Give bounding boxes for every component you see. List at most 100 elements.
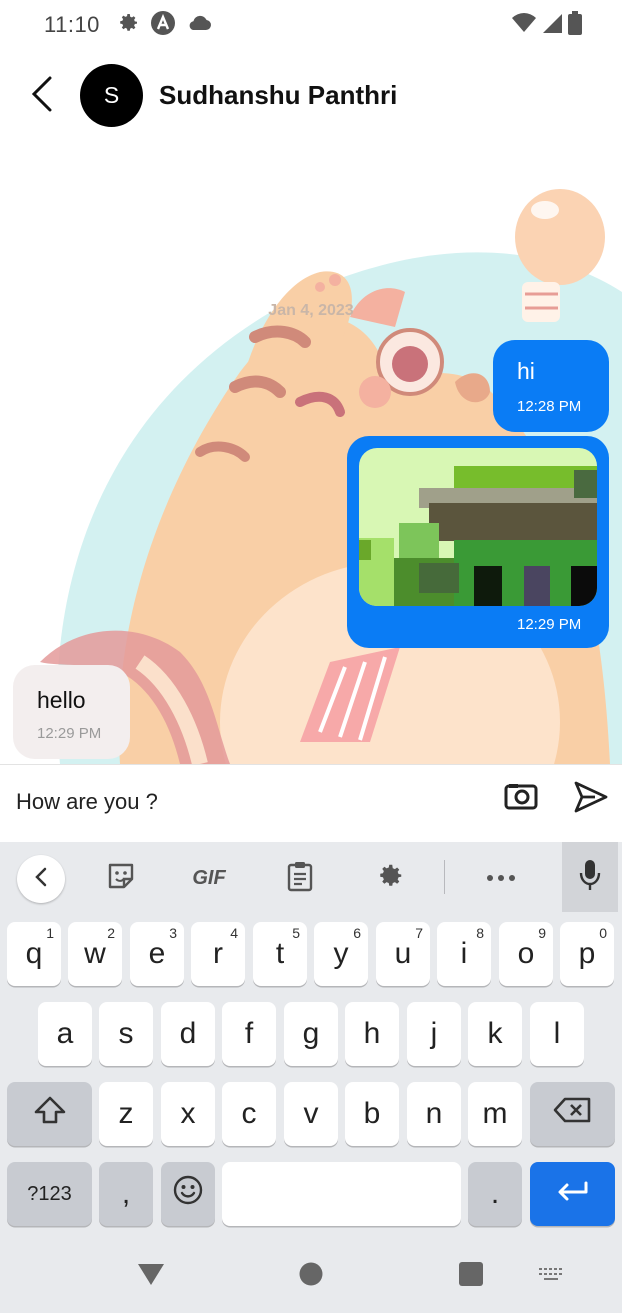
- key-label: o: [517, 937, 535, 970]
- outgoing-image-message[interactable]: 12:29 PM: [347, 436, 609, 648]
- avatar-initial: S: [103, 82, 120, 108]
- emoji-icon: [172, 1174, 204, 1214]
- backspace-icon: [553, 1096, 593, 1132]
- key-r[interactable]: r4: [191, 922, 245, 986]
- nav-recents-button[interactable]: [456, 1261, 486, 1291]
- wifi-icon: [512, 12, 536, 38]
- key-label: g: [302, 1017, 320, 1050]
- chat-screen: 11:10 S Sudhanshu Panthri Jan 4, 2023 hi…: [0, 0, 622, 1313]
- key-q[interactable]: q1: [7, 922, 61, 986]
- gif-button[interactable]: GIF: [186, 855, 232, 901]
- key-w[interactable]: w2: [68, 922, 122, 986]
- attached-image[interactable]: [359, 448, 597, 606]
- message-input[interactable]: [16, 789, 476, 815]
- key-b[interactable]: b: [345, 1082, 399, 1146]
- key-d[interactable]: d: [161, 1002, 215, 1066]
- back-triangle-icon: [137, 1262, 165, 1291]
- gif-label: GIF: [192, 866, 226, 889]
- status-bar: 11:10: [0, 0, 622, 50]
- key-y[interactable]: y6: [314, 922, 368, 986]
- sticker-button[interactable]: [98, 855, 144, 901]
- key-x[interactable]: x: [161, 1082, 215, 1146]
- soft-keyboard: GIF q 1 w 2 e 3 r 4 t 5 y 6 u 7 i 8 o 9 …: [0, 842, 622, 1237]
- message-time: 12:28 PM: [517, 398, 582, 415]
- key-hint: 4: [230, 925, 238, 941]
- more-button[interactable]: [478, 855, 524, 901]
- sticker-icon: [106, 861, 136, 896]
- key-s[interactable]: s: [99, 1002, 153, 1066]
- key-u[interactable]: u7: [376, 922, 430, 986]
- key-label: ,: [121, 1177, 131, 1210]
- key-label: v: [303, 1097, 319, 1130]
- key-e[interactable]: e3: [130, 922, 184, 986]
- key-label: l: [553, 1017, 561, 1050]
- key-p[interactable]: p0: [560, 922, 614, 986]
- key-n[interactable]: n: [407, 1082, 461, 1146]
- key-emoji[interactable]: [161, 1162, 215, 1226]
- message-composer: [0, 764, 622, 842]
- key-hint: 8: [476, 925, 484, 941]
- key-i[interactable]: i8: [437, 922, 491, 986]
- key-hint: 2: [107, 925, 115, 941]
- key-c[interactable]: c: [222, 1082, 276, 1146]
- key-g[interactable]: g: [284, 1002, 338, 1066]
- enter-arrow-icon: [556, 1177, 590, 1211]
- nav-back-button[interactable]: [136, 1261, 166, 1291]
- keyboard-settings-button[interactable]: [367, 855, 413, 901]
- key-hint: 7: [415, 925, 423, 941]
- key-comma[interactable]: ,: [99, 1162, 153, 1226]
- recents-square-icon: [458, 1261, 484, 1292]
- key-label: s: [118, 1017, 134, 1050]
- key-symbols[interactable]: ?123: [7, 1162, 92, 1226]
- key-j[interactable]: j: [407, 1002, 461, 1066]
- send-button[interactable]: [570, 779, 612, 819]
- key-hint: 9: [538, 925, 546, 941]
- key-h[interactable]: h: [345, 1002, 399, 1066]
- key-hint: 5: [292, 925, 300, 941]
- key-backspace[interactable]: [530, 1082, 615, 1146]
- key-shift[interactable]: [7, 1082, 92, 1146]
- key-enter[interactable]: [530, 1162, 615, 1226]
- key-period[interactable]: .: [468, 1162, 522, 1226]
- contact-name[interactable]: Sudhanshu Panthri: [159, 80, 397, 111]
- key-label: j: [430, 1017, 438, 1050]
- key-label: y: [333, 937, 349, 970]
- key-hint: 3: [169, 925, 177, 941]
- key-label: m: [482, 1097, 508, 1130]
- status-icons-left: [116, 10, 212, 38]
- key-t[interactable]: t5: [253, 922, 307, 986]
- attach-image-button[interactable]: [500, 779, 542, 817]
- key-o[interactable]: o9: [499, 922, 553, 986]
- keyboard-switch-icon: [537, 1266, 565, 1287]
- incoming-message[interactable]: hello 12:29 PM: [13, 665, 130, 759]
- voice-input-button[interactable]: [562, 842, 618, 912]
- outgoing-message[interactable]: hi 12:28 PM: [493, 340, 609, 432]
- key-label: t: [275, 937, 285, 970]
- chevron-left-icon: [30, 76, 54, 117]
- key-f[interactable]: f: [222, 1002, 276, 1066]
- nav-home-button[interactable]: [296, 1261, 326, 1291]
- key-label: e: [148, 937, 166, 970]
- key-a[interactable]: a: [38, 1002, 92, 1066]
- key-label: c: [241, 1097, 257, 1130]
- battery-icon: [568, 10, 582, 40]
- back-button[interactable]: [22, 76, 62, 116]
- key-label: p: [578, 937, 596, 970]
- key-z[interactable]: z: [99, 1082, 153, 1146]
- avatar[interactable]: S: [80, 64, 143, 127]
- key-hint: 6: [353, 925, 361, 941]
- key-hint: 1: [46, 925, 54, 941]
- keyboard-collapse-button[interactable]: [17, 855, 65, 903]
- key-label: f: [244, 1017, 254, 1050]
- key-space[interactable]: [222, 1162, 461, 1226]
- keyboard-switch-button[interactable]: [536, 1261, 566, 1291]
- chat-messages-area[interactable]: Jan 4, 2023 hi 12:28 PM 12:29 PM hello 1…: [0, 142, 622, 764]
- key-l[interactable]: l: [530, 1002, 584, 1066]
- key-v[interactable]: v: [284, 1082, 338, 1146]
- chevron-left-icon: [34, 867, 48, 892]
- clipboard-button[interactable]: [277, 855, 323, 901]
- key-label: a: [56, 1017, 74, 1050]
- key-m[interactable]: m: [468, 1082, 522, 1146]
- key-k[interactable]: k: [468, 1002, 522, 1066]
- signal-icon: [542, 13, 562, 38]
